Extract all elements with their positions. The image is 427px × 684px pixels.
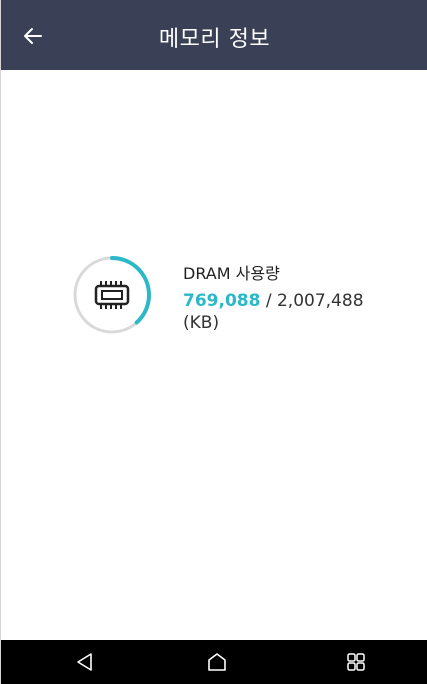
nav-home-button[interactable]: [203, 648, 231, 676]
app-bar: 메모리 정보: [1, 0, 427, 70]
nav-back-button[interactable]: [71, 648, 99, 676]
page-title: 메모리 정보: [158, 27, 271, 52]
dram-total-value: 2,007,488: [276, 291, 364, 311]
memory-info-screen: 메모리 정보 DRAM 사용량 769,088 / 2,007,488 (KB): [0, 0, 427, 684]
triangle-back-icon: [77, 653, 92, 671]
dram-usage-text: DRAM 사용량 769,088 / 2,007,488 (KB): [183, 264, 393, 334]
recent-apps-icon: [347, 653, 365, 671]
nav-recent-button[interactable]: [342, 648, 370, 676]
dram-usage-values: 769,088 / 2,007,488 (KB): [183, 290, 393, 334]
dram-separator: /: [260, 291, 277, 311]
dram-unit: (KB): [183, 313, 220, 333]
memory-chip-icon: [94, 281, 130, 309]
system-nav-bar: [1, 640, 427, 684]
home-icon: [208, 653, 226, 671]
dram-usage-card: DRAM 사용량 769,088 / 2,007,488 (KB): [71, 250, 391, 340]
usage-ring: [71, 254, 153, 336]
dram-used-value: 769,088: [183, 291, 261, 311]
dram-usage-label: DRAM 사용량: [183, 264, 280, 283]
